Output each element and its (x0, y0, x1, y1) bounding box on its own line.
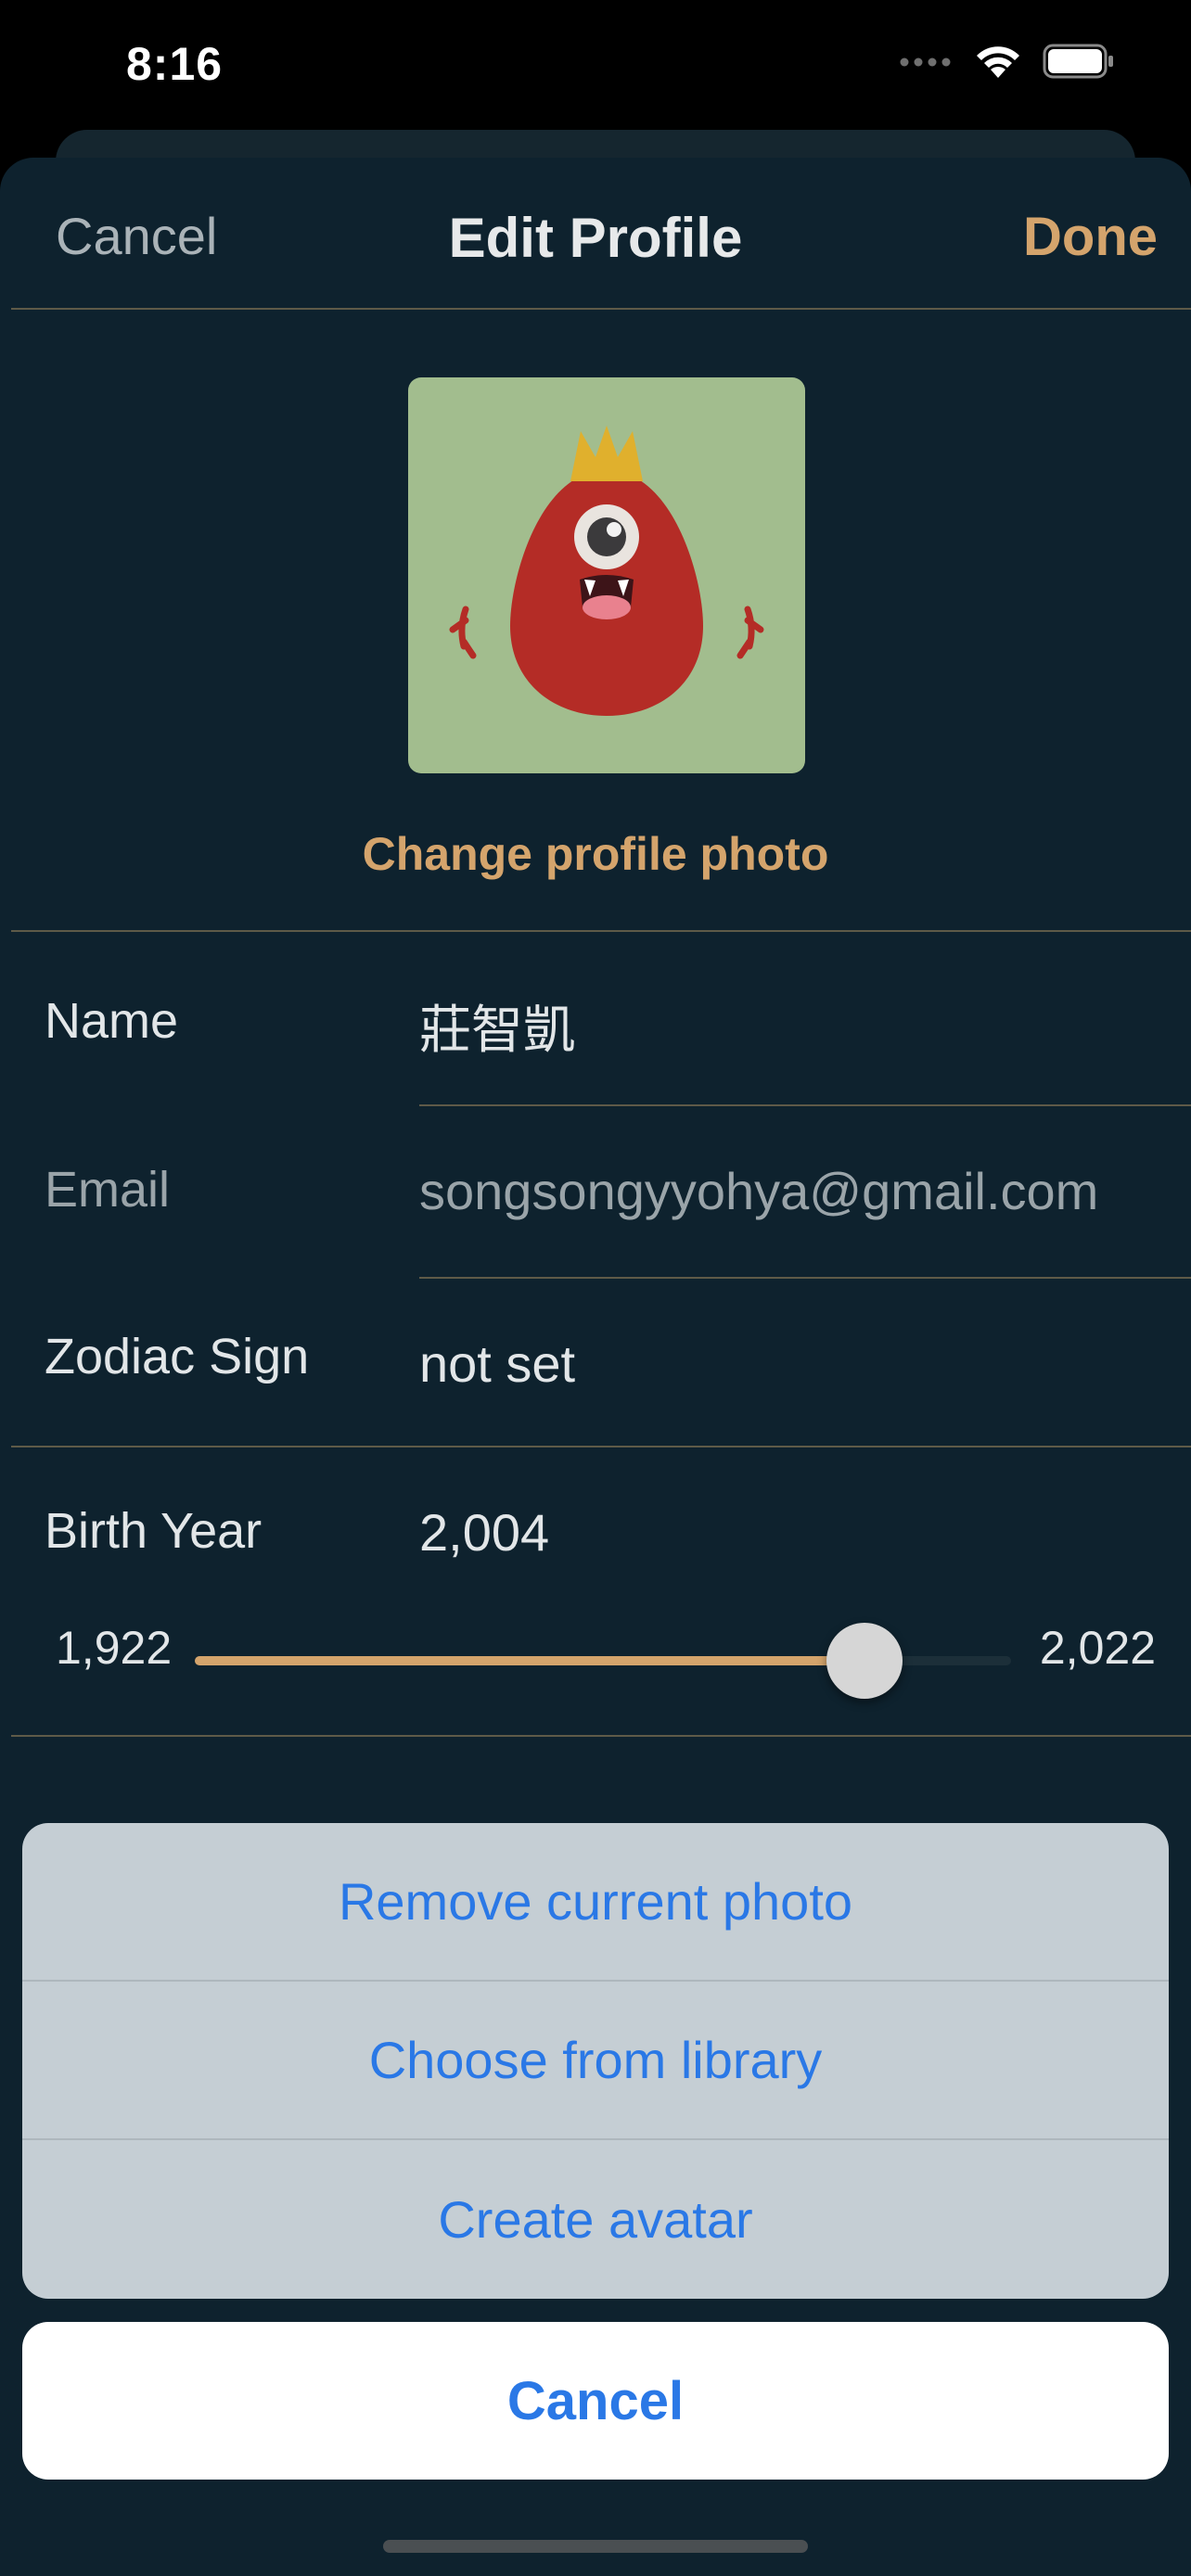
name-label: Name (45, 993, 179, 1049)
navigation-bar: Cancel Edit Profile Done (0, 158, 1191, 308)
done-button[interactable]: Done (1023, 206, 1158, 268)
change-profile-photo-button[interactable]: Change profile photo (0, 827, 1191, 881)
slider-max-label: 2,022 (1039, 1622, 1156, 1674)
email-field-underline (419, 1277, 1191, 1279)
birth-year-value: 2,004 (419, 1503, 550, 1562)
action-sheet: Remove current photo Choose from library… (22, 1823, 1169, 2299)
birth-year-label: Birth Year (45, 1503, 263, 1559)
battery-icon (1043, 44, 1113, 79)
status-icons (900, 43, 1115, 80)
status-time: 8:16 (126, 38, 224, 90)
choose-from-library-button[interactable]: Choose from library (22, 1982, 1169, 2140)
nav-divider (11, 308, 1191, 310)
action-sheet-cancel-button[interactable]: Cancel (22, 2322, 1169, 2480)
cellular-signal-icon (900, 57, 951, 67)
zodiac-sign-label: Zodiac Sign (45, 1329, 310, 1384)
birth-year-slider[interactable] (195, 1623, 1011, 1699)
section-divider (11, 930, 1191, 932)
section-divider (11, 1446, 1191, 1447)
slider-fill (195, 1656, 864, 1665)
create-avatar-button[interactable]: Create avatar (22, 2140, 1169, 2299)
profile-photo[interactable] (408, 377, 805, 773)
page-title: Edit Profile (448, 207, 743, 269)
email-label: Email (45, 1162, 171, 1218)
name-field[interactable]: 莊智凱 (419, 988, 575, 1064)
email-field: songsongyyohya@gmail.com (419, 1162, 1099, 1220)
monster-avatar-image (449, 426, 764, 716)
remove-current-photo-button[interactable]: Remove current photo (22, 1823, 1169, 1982)
home-indicator (383, 2540, 808, 2553)
status-bar: 8:16 (0, 0, 1191, 139)
zodiac-sign-field[interactable]: not set (419, 1333, 575, 1394)
section-divider (11, 1735, 1191, 1737)
slider-thumb[interactable] (826, 1623, 903, 1699)
slider-min-label: 1,922 (56, 1622, 173, 1674)
wifi-icon (977, 46, 1019, 78)
name-field-underline (419, 1104, 1191, 1106)
